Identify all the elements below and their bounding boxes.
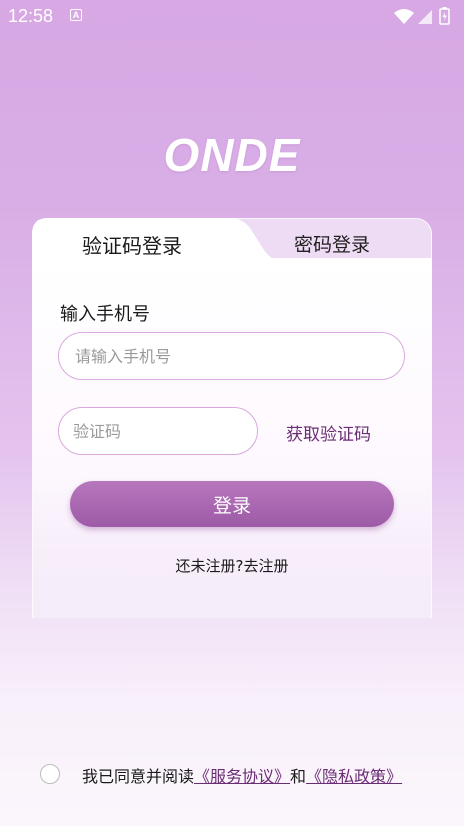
status-time: 12:58	[8, 6, 54, 26]
register-row: 还未注册?去注册	[0, 555, 464, 576]
signal-icon	[418, 10, 432, 24]
a-notification-icon: A	[70, 9, 82, 21]
agreement-text: 我已同意并阅读《服务协议》和《隐私政策》	[82, 763, 402, 787]
tab-sms-login[interactable]: 验证码登录	[32, 228, 232, 264]
phone-input[interactable]	[58, 332, 405, 380]
get-code-button[interactable]: 获取验证码	[286, 420, 371, 445]
status-icons	[392, 6, 456, 26]
register-prompt: 还未注册?	[175, 557, 244, 575]
login-button[interactable]: 登录	[70, 481, 394, 527]
tab-password-login[interactable]: 密码登录	[262, 228, 402, 262]
brand-logo: ONDE	[163, 129, 301, 181]
agreement-checkbox[interactable]	[40, 764, 60, 784]
register-link[interactable]: 去注册	[243, 557, 288, 575]
phone-label: 输入手机号	[60, 304, 150, 325]
agreement-row: 我已同意并阅读《服务协议》和《隐私政策》	[40, 762, 460, 787]
status-bar: 12:58 A	[0, 0, 464, 32]
battery-icon	[439, 7, 450, 25]
wifi-icon	[394, 9, 414, 24]
agreement-and: 和	[290, 767, 307, 786]
service-agreement-link[interactable]: 《服务协议》	[194, 767, 290, 786]
privacy-policy-link[interactable]: 《隐私政策》	[306, 767, 402, 786]
agreement-prefix: 我已同意并阅读	[82, 767, 195, 786]
verification-code-input[interactable]	[58, 407, 258, 455]
